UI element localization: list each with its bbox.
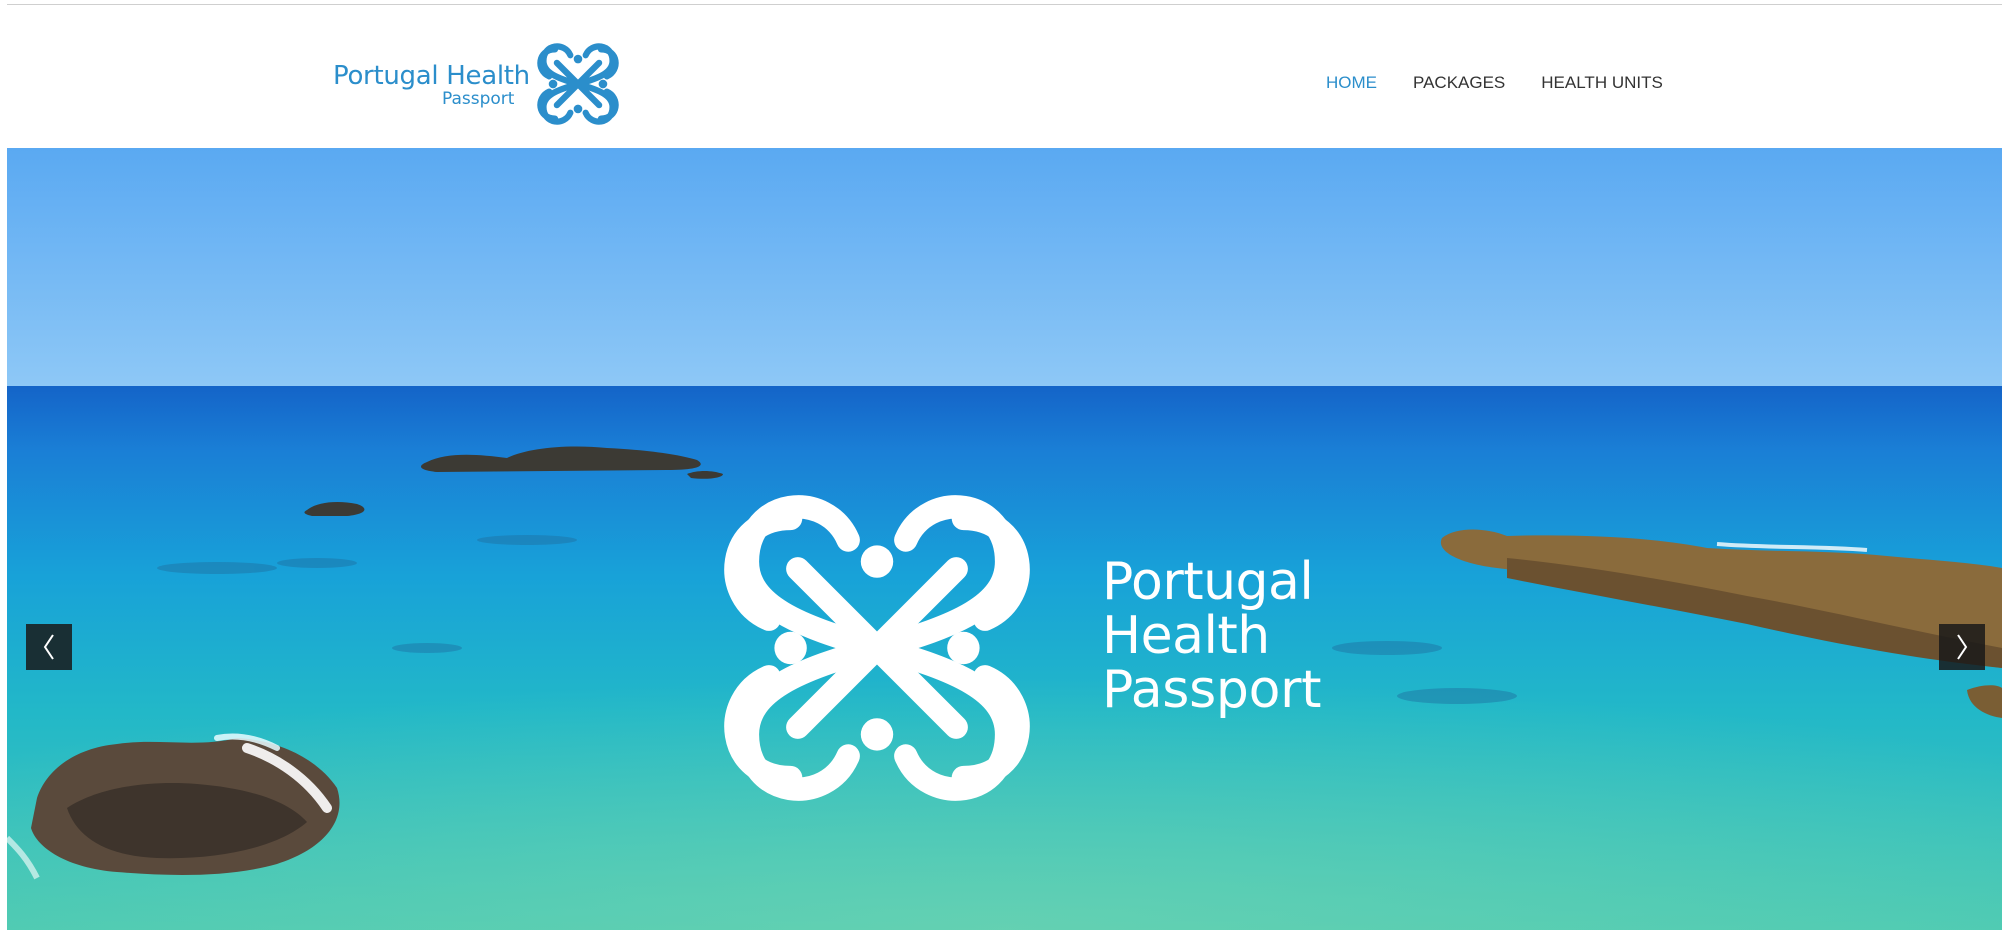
slide-title-line-2: Health bbox=[1102, 606, 1270, 666]
slider-prev-button[interactable] bbox=[26, 624, 72, 670]
slider-next-button[interactable] bbox=[1939, 624, 1985, 670]
nav-item-home[interactable]: HOME bbox=[1326, 73, 1377, 93]
main-nav: HOME PACKAGES HEALTH UNITS bbox=[1326, 73, 1699, 93]
nav-item-health-units[interactable]: HEALTH UNITS bbox=[1541, 73, 1663, 93]
brand-subtitle: Passport bbox=[442, 89, 515, 109]
slide-title-line-1: Portugal bbox=[1102, 552, 1314, 612]
chevron-left-icon bbox=[43, 634, 54, 660]
left-page-margin bbox=[0, 0, 7, 930]
slide-logo: Portugal Health Passport bbox=[697, 468, 1337, 828]
slide-title: Portugal Health Passport bbox=[1102, 552, 1322, 720]
site-header: Portugal Health Passport HOME PACKAGES H… bbox=[0, 5, 2005, 148]
chevron-right-icon bbox=[1957, 634, 1968, 660]
brand-clover-icon bbox=[537, 43, 619, 125]
brand-name: Portugal Health bbox=[333, 61, 530, 91]
nav-item-packages[interactable]: PACKAGES bbox=[1413, 73, 1505, 93]
hero-slider: Portugal Health Passport bbox=[7, 148, 2002, 930]
page: Portugal Health Passport HOME PACKAGES H… bbox=[0, 0, 2005, 930]
slide-title-line-3: Passport bbox=[1102, 660, 1322, 720]
clover-heart-icon bbox=[724, 495, 1030, 801]
brand-logo-link[interactable]: Portugal Health Passport bbox=[333, 33, 633, 133]
